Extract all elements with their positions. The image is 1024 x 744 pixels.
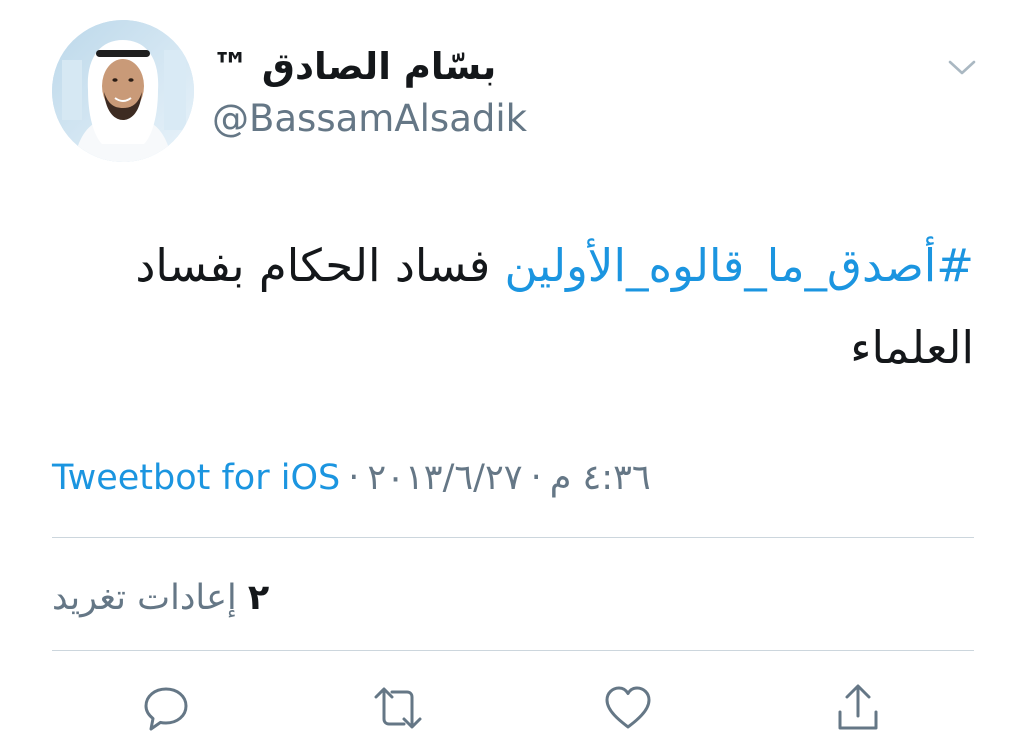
tweet-text: #أصدق_ما_قالوه_الأولين فساد الحكام بفساد… — [60, 225, 974, 389]
source-link[interactable]: Tweetbot for iOS — [52, 450, 340, 506]
divider — [52, 537, 974, 538]
username[interactable]: @BassamAlsadik — [212, 94, 527, 144]
hashtag-link[interactable]: #أصدق_ما_قالوه_الأولين — [505, 239, 974, 292]
avatar[interactable] — [52, 20, 194, 162]
retweet-label: إعادات تغريد — [52, 578, 237, 618]
share-button[interactable] — [830, 680, 886, 736]
retweet-count: ٢ — [247, 578, 270, 618]
avatar-image — [52, 20, 194, 162]
tweet-time[interactable]: ٤:٣٦ م — [550, 450, 651, 506]
tweet-date[interactable]: ٢٠١٣/٦/٢٧ — [367, 450, 522, 506]
heart-icon — [605, 686, 651, 729]
retweet-button[interactable] — [370, 680, 426, 736]
like-button[interactable] — [600, 680, 656, 736]
meta-separator: · — [530, 458, 542, 498]
display-name[interactable]: بسّام الصادق ™ — [212, 40, 512, 94]
retweet-icon — [374, 687, 422, 729]
more-options-button[interactable] — [940, 50, 984, 86]
chevron-down-icon — [948, 60, 976, 75]
retweets-stat[interactable]: ٢ إعادات تغريد — [52, 570, 269, 626]
share-icon — [838, 684, 878, 730]
divider — [52, 650, 974, 651]
reply-button[interactable] — [138, 680, 194, 736]
reply-icon — [144, 687, 188, 731]
tweet-meta: Tweetbot for iOS · ٢٠١٣/٦/٢٧ · ٤:٣٦ م — [52, 450, 651, 506]
meta-separator: · — [348, 458, 360, 498]
